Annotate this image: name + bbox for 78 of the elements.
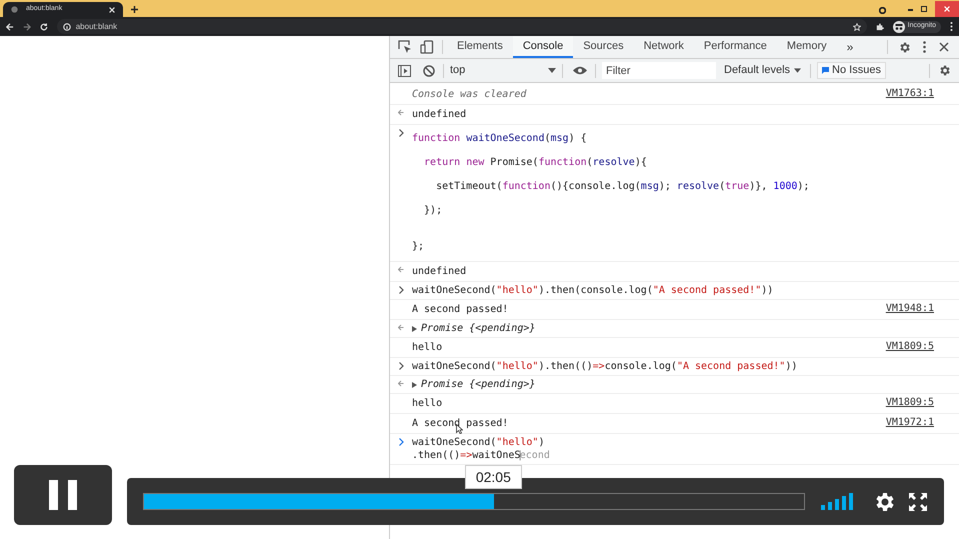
inspect-icon[interactable] xyxy=(398,40,412,54)
time-tooltip: 02:05 xyxy=(464,465,522,489)
pause-button[interactable] xyxy=(14,465,112,525)
code-line: setTimeout(function(){console.log(msg); resolve(true)}, 1000); xyxy=(435,180,810,194)
code-line: }; xyxy=(412,240,426,254)
source-link[interactable]: VM1948:1 xyxy=(886,300,934,315)
globe-icon xyxy=(11,6,18,13)
code-line: return new Promise(function(resolve){ xyxy=(423,156,648,170)
more-tabs-button[interactable]: » xyxy=(846,38,854,56)
settings-icon[interactable] xyxy=(938,64,951,77)
star-icon[interactable] xyxy=(852,22,861,30)
devtools-tab[interactable]: Sources xyxy=(573,36,634,58)
devtools-tab[interactable]: Memory xyxy=(776,36,837,58)
reload-icon[interactable] xyxy=(40,22,48,30)
menu-icon[interactable] xyxy=(950,22,954,31)
result-arrow-icon xyxy=(398,109,404,116)
issues-button[interactable]: No Issues xyxy=(817,62,886,79)
console-message: A second passed! xyxy=(412,418,508,429)
context-select[interactable]: top xyxy=(444,62,562,79)
address-bar[interactable]: about:blank xyxy=(56,19,867,34)
source-link[interactable]: VM1809:5 xyxy=(886,394,934,409)
back-icon[interactable] xyxy=(6,22,14,30)
devtools-tab[interactable]: Performance xyxy=(694,36,777,58)
console-message: Console was cleared xyxy=(412,89,526,100)
pause-icon xyxy=(49,480,77,510)
new-tab-icon[interactable] xyxy=(131,6,138,13)
source-link[interactable]: VM1972:1 xyxy=(886,414,934,429)
message-icon xyxy=(822,67,830,74)
devtools-tab[interactable]: Elements xyxy=(447,36,513,58)
close-icon[interactable] xyxy=(939,42,949,52)
incognito-icon xyxy=(892,20,905,32)
console-result: undefined xyxy=(412,266,466,277)
settings-icon[interactable] xyxy=(898,40,911,54)
minimize-icon[interactable] xyxy=(908,9,913,12)
expand-triangle-icon[interactable] xyxy=(412,326,417,332)
code-line: function waitOneSecond(msg) { xyxy=(412,132,588,146)
forward-icon[interactable] xyxy=(22,22,31,30)
caret-icon xyxy=(794,68,802,73)
maximize-icon[interactable] xyxy=(921,6,927,12)
progress-track[interactable] xyxy=(143,493,805,510)
console-message: A second passed! xyxy=(412,304,508,315)
code-line: waitOneSecond("hello").then(console.log("A second passed!")) xyxy=(412,284,774,297)
volume-icon[interactable] xyxy=(821,493,856,510)
devtools-tab[interactable]: Network xyxy=(634,36,694,58)
result-arrow-icon xyxy=(398,324,404,331)
filter-field[interactable]: Filter xyxy=(602,62,716,79)
device-icon[interactable] xyxy=(420,40,434,54)
close-icon xyxy=(944,6,950,12)
levels-dropdown[interactable]: Default levels xyxy=(724,62,802,79)
prompt-chevron-icon xyxy=(398,129,404,137)
fullscreen-icon[interactable] xyxy=(908,492,928,512)
source-link[interactable]: VM1763:1 xyxy=(886,85,934,100)
code-line: waitOneSecond("hello") xyxy=(412,436,546,449)
info-icon xyxy=(62,22,71,30)
prompt-chevron-icon xyxy=(398,362,404,370)
devtools-tab[interactable]: Console xyxy=(512,36,574,58)
console-message: hello xyxy=(412,342,442,353)
sidebar-toggle-icon[interactable] xyxy=(398,64,411,76)
result-arrow-icon xyxy=(398,266,404,273)
code-line: waitOneSecond("hello").then(()=>console.log("A second passed!")) xyxy=(412,360,798,373)
close-button[interactable] xyxy=(935,1,959,17)
caret-icon xyxy=(548,68,556,73)
code-line: .then(()=>waitOneS|econd xyxy=(412,449,551,462)
expand-triangle-icon[interactable] xyxy=(412,382,417,388)
record-icon xyxy=(879,7,886,14)
kebab-menu-icon[interactable] xyxy=(923,41,926,53)
prompt-chevron-icon xyxy=(398,438,404,446)
console-result: Promise {<pending>} xyxy=(421,322,536,335)
source-link[interactable]: VM1809:5 xyxy=(886,338,934,353)
clear-console-icon[interactable] xyxy=(423,64,435,76)
console-result: undefined xyxy=(412,109,466,120)
puzzle-icon[interactable] xyxy=(876,22,884,30)
eye-icon[interactable] xyxy=(573,66,587,75)
code-line: }); xyxy=(423,204,444,218)
console-message: hello xyxy=(412,398,442,409)
prompt-chevron-icon xyxy=(398,286,404,294)
console-result: Promise {<pending>} xyxy=(421,378,536,391)
result-arrow-icon xyxy=(398,380,404,387)
